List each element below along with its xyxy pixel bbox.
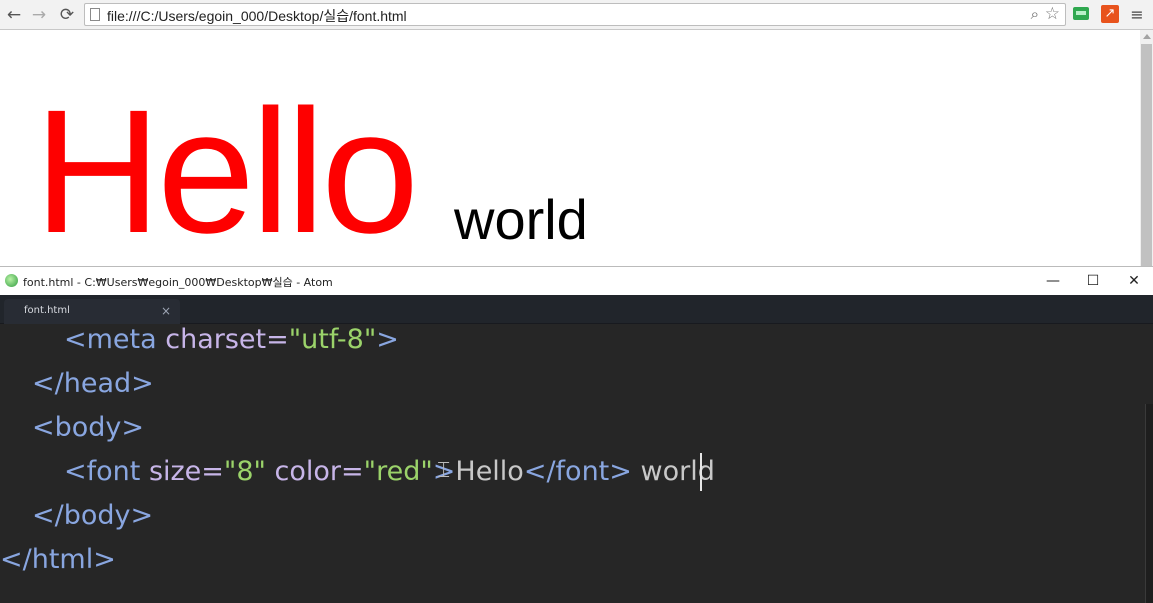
- atom-titlebar: font.html - C:₩Users₩egoin_000₩Desktop₩실…: [0, 266, 1153, 295]
- back-button[interactable]: ←: [3, 4, 25, 26]
- tab-bar: font.html ×: [0, 295, 1153, 324]
- back-arrow-icon: ←: [6, 5, 22, 25]
- text-cursor: [700, 453, 702, 491]
- code-editor[interactable]: <meta charset="utf-8"> </head> <body> <f…: [0, 324, 1153, 603]
- code-token: "red": [363, 456, 433, 487]
- hamburger-menu-icon[interactable]: ≡: [1130, 5, 1144, 25]
- hello-text: Hello: [34, 74, 419, 266]
- reload-button[interactable]: ⟳: [56, 4, 78, 26]
- scroll-up-arrow-icon[interactable]: [1143, 34, 1151, 39]
- editor-scrollbar[interactable]: [1145, 404, 1153, 603]
- close-button[interactable]: ✕: [1114, 269, 1153, 293]
- extension-green-icon[interactable]: [1073, 7, 1089, 20]
- reload-icon: ⟳: [59, 5, 75, 25]
- browser-toolbar: ← → ⟳ file:///C:/Users/egoin_000/Desktop…: [0, 0, 1153, 30]
- code-token: Hello: [455, 456, 524, 487]
- page-viewport: Hello world: [0, 30, 1140, 266]
- scroll-thumb[interactable]: [1141, 44, 1152, 266]
- atom-logo-icon: [5, 274, 18, 287]
- minimize-button[interactable]: —: [1033, 269, 1073, 293]
- forward-button[interactable]: →: [28, 4, 50, 26]
- code-token: meta: [86, 324, 157, 355]
- url-text[interactable]: file:///C:/Users/egoin_000/Desktop/실습/fo…: [107, 6, 407, 26]
- code-token: <: [64, 324, 87, 355]
- world-text: world: [454, 188, 588, 251]
- code-token: world: [631, 456, 715, 487]
- code-token: charset=: [156, 324, 289, 355]
- tab-font-html[interactable]: font.html ×: [4, 299, 180, 324]
- forward-arrow-icon: →: [31, 5, 47, 25]
- code-line-html-close: </html>: [0, 544, 116, 575]
- address-bar[interactable]: file:///C:/Users/egoin_000/Desktop/실습/fo…: [84, 3, 1066, 26]
- page-icon: [90, 8, 100, 21]
- code-token: "8": [223, 456, 266, 487]
- code-line-meta: <meta charset="utf-8">: [64, 324, 399, 356]
- page-scrollbar[interactable]: [1140, 30, 1153, 266]
- code-line-body-open: <body>: [32, 412, 145, 443]
- code-line-font: <font size="8" color="red">Hello</font> …: [64, 456, 715, 488]
- tab-close-icon[interactable]: ×: [161, 304, 171, 318]
- code-line-body-close: </body>: [32, 500, 154, 531]
- code-line-head-close: </head>: [32, 368, 154, 399]
- ibeam-cursor-icon: ⌶: [437, 458, 451, 483]
- code-token: size=: [140, 456, 224, 487]
- star-icon[interactable]: ☆: [1045, 4, 1060, 24]
- code-token: "utf-8": [288, 324, 377, 355]
- atom-window-title: font.html - C:₩Users₩egoin_000₩Desktop₩실…: [23, 276, 333, 289]
- magnifier-icon[interactable]: ⌕: [1031, 5, 1039, 23]
- code-token: >: [376, 324, 399, 355]
- tab-title: font.html: [24, 305, 70, 316]
- code-token: </font>: [523, 456, 632, 487]
- extension-chart-icon[interactable]: ↗: [1101, 5, 1119, 23]
- maximize-button[interactable]: ☐: [1073, 269, 1113, 293]
- code-token: <font: [64, 456, 141, 487]
- code-token: color=: [265, 456, 364, 487]
